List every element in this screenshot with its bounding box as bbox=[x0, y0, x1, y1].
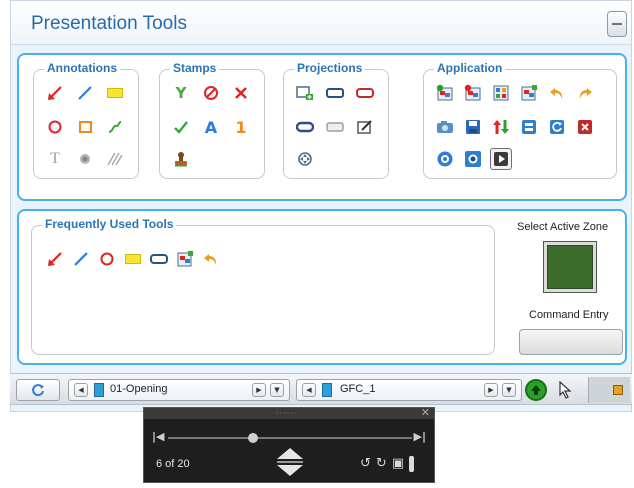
doc2-prev-icon[interactable]: ◀ bbox=[302, 383, 316, 397]
select-active-zone-label: Select Active Zone bbox=[517, 221, 609, 233]
application-label: Application bbox=[434, 61, 506, 75]
undo-icon[interactable] bbox=[546, 82, 568, 104]
yellow-highlight-icon[interactable] bbox=[122, 248, 144, 270]
app-red-icon[interactable] bbox=[462, 82, 484, 104]
rotate-right-icon[interactable]: ↻ bbox=[376, 456, 387, 472]
tools-panel: Annotations T Stamps Y A 1 Projections A… bbox=[17, 53, 627, 201]
app-select-icon[interactable] bbox=[174, 248, 196, 270]
play-icon[interactable] bbox=[490, 148, 512, 170]
presentation-tools-window: Presentation Tools Annotations T Stamps … bbox=[10, 0, 632, 412]
slide-player: ······ ✕ |◀ ▶| 6 of 20 ↺ ↻ ▣ bbox=[143, 406, 435, 483]
edit-callout-icon[interactable] bbox=[354, 116, 376, 138]
close-red-icon[interactable] bbox=[574, 116, 596, 138]
app-select-icon[interactable] bbox=[518, 82, 540, 104]
frequent-panel: Frequently Used Tools Select Active Zone… bbox=[17, 209, 627, 365]
letter-a-icon[interactable]: A bbox=[200, 116, 222, 138]
red-arrow-icon[interactable] bbox=[44, 248, 66, 270]
save-icon[interactable] bbox=[462, 116, 484, 138]
doc2-next-icon[interactable]: ▶ bbox=[484, 383, 498, 397]
refresh-cycle-icon bbox=[32, 384, 44, 397]
red-arrow-icon[interactable] bbox=[44, 82, 66, 104]
settings-icon[interactable]: ▣ bbox=[392, 456, 404, 472]
progress-track[interactable] bbox=[168, 437, 412, 439]
command-entry-label: Command Entry bbox=[529, 309, 609, 321]
first-slide-icon[interactable]: |◀ bbox=[152, 430, 164, 443]
zoom-in-icon[interactable] bbox=[434, 148, 456, 170]
gray-callout-icon[interactable] bbox=[324, 116, 346, 138]
player-title-bar: ······ ✕ bbox=[144, 406, 434, 419]
frequently-used-group: Frequently Used Tools bbox=[31, 217, 495, 355]
doc2-dropdown-icon[interactable]: ▼ bbox=[502, 383, 516, 397]
title-bar: Presentation Tools bbox=[11, 1, 631, 45]
blue-line-icon[interactable] bbox=[74, 82, 96, 104]
slide-position: 6 of 20 bbox=[156, 458, 190, 470]
rotate-left-icon[interactable]: ↺ bbox=[360, 456, 371, 472]
number-one-icon[interactable]: 1 bbox=[230, 116, 252, 138]
no-symbol-icon[interactable] bbox=[200, 82, 222, 104]
annotations-label: Annotations bbox=[44, 61, 120, 75]
close-icon[interactable]: ✕ bbox=[421, 406, 430, 419]
player-controls: ↺ ↻ ▣ bbox=[360, 456, 415, 472]
redo-icon[interactable] bbox=[574, 82, 596, 104]
orange-rectangle-icon[interactable] bbox=[74, 116, 96, 138]
green-check-icon[interactable] bbox=[170, 116, 192, 138]
projections-label: Projections bbox=[294, 61, 366, 75]
status-icon[interactable] bbox=[613, 385, 623, 395]
go-up-icon[interactable] bbox=[525, 379, 547, 401]
application-group: Application bbox=[423, 61, 617, 179]
app-grid-icon[interactable] bbox=[490, 82, 512, 104]
add-projection-icon[interactable] bbox=[294, 82, 316, 104]
doc1-file-icon bbox=[94, 383, 104, 397]
blue-callout-icon[interactable] bbox=[148, 248, 170, 270]
prev-next-icon[interactable] bbox=[274, 446, 306, 478]
oval-callout-icon[interactable] bbox=[294, 116, 316, 138]
doc2-name: GFC_1 bbox=[340, 383, 376, 395]
red-circle-icon[interactable] bbox=[44, 116, 66, 138]
frequently-used-label: Frequently Used Tools bbox=[42, 217, 177, 231]
undo-icon[interactable] bbox=[200, 248, 222, 270]
doc1-dropdown-icon[interactable]: ▼ bbox=[270, 383, 284, 397]
annotations-group: Annotations T bbox=[33, 61, 139, 179]
camera-icon[interactable] bbox=[434, 116, 456, 138]
pointer-icon[interactable] bbox=[558, 380, 572, 403]
hatch-icon[interactable] bbox=[104, 148, 126, 170]
blue-line-icon[interactable] bbox=[70, 248, 92, 270]
app-green-icon[interactable] bbox=[434, 82, 456, 104]
zoom-pan-icon[interactable] bbox=[294, 148, 316, 170]
x-mark-icon[interactable] bbox=[230, 82, 252, 104]
yellow-highlight-icon[interactable] bbox=[104, 82, 126, 104]
refresh-button[interactable] bbox=[16, 379, 60, 401]
toolbar-end-panel bbox=[588, 377, 630, 403]
bottom-toolbar: ◀ 01-Opening ▶ ▼ ◀ GFC_1 ▶ ▼ bbox=[10, 373, 632, 405]
doc2-file-icon bbox=[322, 383, 332, 397]
stop-icon[interactable] bbox=[462, 148, 484, 170]
stamp-icon[interactable] bbox=[170, 148, 192, 170]
text-tool-icon[interactable]: T bbox=[44, 148, 66, 170]
projections-group: Projections bbox=[283, 61, 389, 179]
blue-callout-icon[interactable] bbox=[324, 82, 346, 104]
window-title: Presentation Tools bbox=[31, 13, 187, 34]
volume-icon[interactable] bbox=[409, 456, 415, 472]
checkmark-y-icon[interactable]: Y bbox=[170, 82, 192, 104]
drag-grip-icon[interactable]: ······ bbox=[276, 409, 297, 418]
command-entry-field[interactable] bbox=[519, 329, 623, 355]
active-zone-swatch[interactable] bbox=[543, 241, 597, 293]
doc1-next-icon[interactable]: ▶ bbox=[252, 383, 266, 397]
progress-thumb[interactable] bbox=[248, 433, 259, 443]
doc1-name: 01-Opening bbox=[110, 383, 168, 395]
green-freehand-icon[interactable] bbox=[104, 116, 126, 138]
last-slide-icon[interactable]: ▶| bbox=[414, 430, 426, 443]
stamps-label: Stamps bbox=[170, 61, 220, 75]
red-callout-icon[interactable] bbox=[354, 82, 376, 104]
active-zone-color bbox=[547, 245, 593, 289]
refresh-icon[interactable] bbox=[546, 116, 568, 138]
blue-tool-icon[interactable] bbox=[518, 116, 540, 138]
blur-dot-icon[interactable] bbox=[74, 148, 96, 170]
red-circle-icon[interactable] bbox=[96, 248, 118, 270]
stamps-group: Stamps Y A 1 bbox=[159, 61, 265, 179]
sort-icon[interactable] bbox=[490, 116, 512, 138]
doc1-prev-icon[interactable]: ◀ bbox=[74, 383, 88, 397]
collapse-icon[interactable] bbox=[607, 11, 627, 37]
